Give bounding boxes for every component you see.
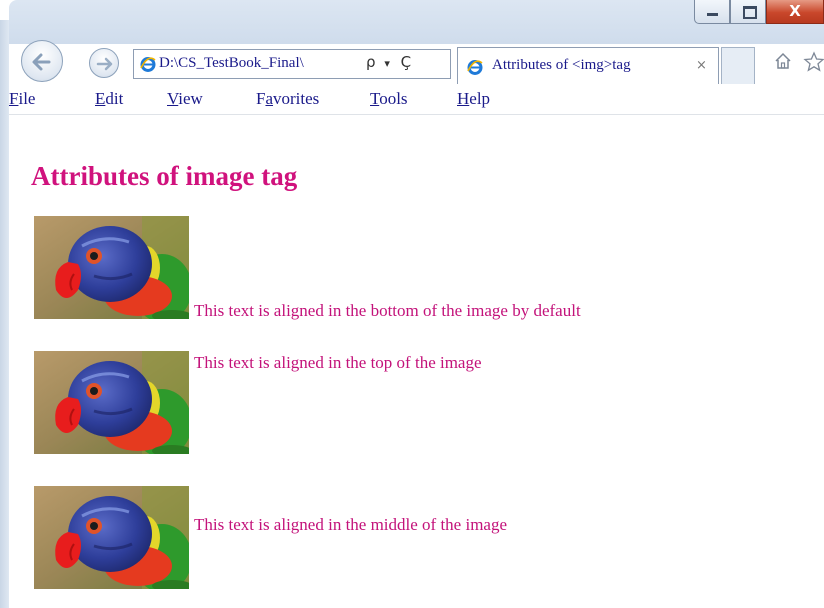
back-arrow-icon	[32, 53, 51, 71]
text-aligned-bottom: This text is aligned in the bottom of th…	[194, 301, 581, 320]
dropdown-icon[interactable]: ▾	[384, 57, 390, 70]
page-heading: Attributes of image tag	[31, 161, 298, 191]
parrot-image	[34, 216, 189, 319]
navigation-bar: D:\CS_TestBook_Final\ ρ ▾ Ç Attributes o…	[9, 40, 824, 84]
maximize-button[interactable]	[730, 0, 766, 24]
forward-arrow-icon	[96, 57, 113, 71]
window-controls: X	[694, 0, 824, 26]
parrot-image	[34, 486, 189, 589]
refresh-icon[interactable]: Ç	[401, 53, 411, 71]
address-bar[interactable]: D:\CS_TestBook_Final\ ρ ▾ Ç	[133, 49, 451, 79]
menu-help[interactable]: Help	[457, 89, 490, 109]
tab-active[interactable]: Attributes of <img>tag ×	[457, 47, 719, 84]
ie-tab-icon	[467, 60, 483, 75]
menu-edit[interactable]: Edit	[95, 89, 123, 109]
menu-favorites[interactable]: Favorites	[256, 89, 319, 109]
address-tools: ρ ▾ Ç	[366, 53, 411, 71]
page-content: Attributes of image tag This text is ali…	[9, 115, 824, 608]
text-aligned-top: This text is aligned in the top of the i…	[194, 353, 482, 372]
menu-file[interactable]: File	[9, 89, 35, 109]
window-frame-left	[0, 20, 9, 608]
star-icon[interactable]	[803, 51, 824, 73]
tab-close-icon[interactable]: ×	[696, 58, 707, 73]
close-icon: X	[789, 2, 801, 20]
parrot-image	[34, 351, 189, 454]
menu-bar: File Edit View Favorites Tools Help	[9, 84, 824, 115]
search-icon[interactable]: ρ	[366, 53, 376, 71]
minimize-button[interactable]	[694, 0, 730, 24]
home-icon[interactable]	[773, 51, 793, 71]
close-button[interactable]: X	[766, 0, 824, 24]
tab-title: Attributes of <img>tag	[492, 57, 631, 73]
browser-window: X D:\CS_TestBook_Final\ ρ ▾ Ç Attributes…	[0, 0, 824, 608]
address-url[interactable]: D:\CS_TestBook_Final\	[159, 55, 304, 72]
title-bar: X	[9, 0, 824, 44]
menu-view[interactable]: View	[167, 89, 203, 109]
text-aligned-middle: This text is aligned in the middle of th…	[194, 515, 508, 534]
menu-tools[interactable]: Tools	[370, 89, 408, 109]
forward-button[interactable]	[89, 48, 119, 78]
ie-logo-icon	[140, 57, 156, 72]
back-button[interactable]	[21, 40, 63, 82]
new-tab-button[interactable]	[721, 47, 755, 84]
